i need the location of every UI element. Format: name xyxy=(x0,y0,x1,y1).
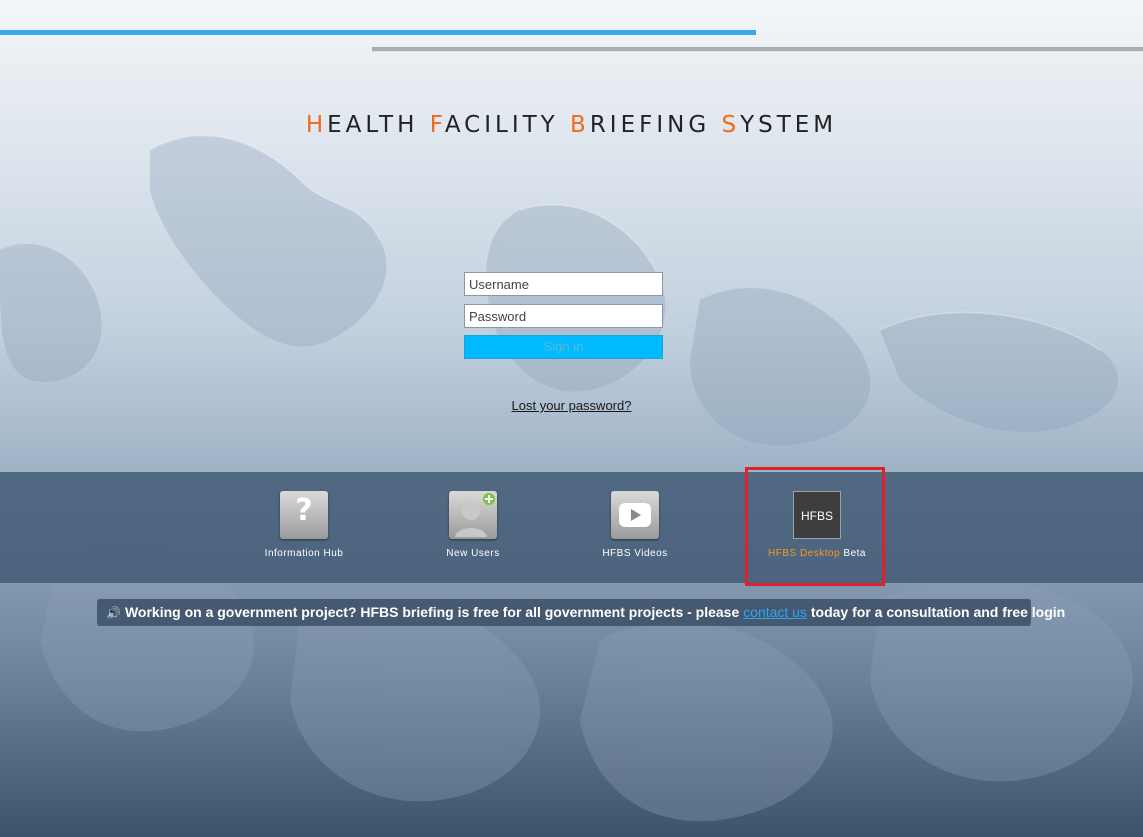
title-word: RIEFING xyxy=(589,112,711,138)
notice-text-before: Working on a government project? HFBS br… xyxy=(124,604,740,620)
title-word: YSTEM xyxy=(740,112,838,138)
page-title: HEALTH FACILITY BRIEFING SYSTEM xyxy=(0,112,1143,138)
sign-in-button[interactable]: Sign in xyxy=(464,335,663,359)
notice-text-after: today for a consultation and free login xyxy=(810,604,1066,620)
government-notice-banner: 🔊 Working on a government project? HFBS b… xyxy=(97,599,1065,626)
question-icon: ? xyxy=(280,491,328,539)
title-initial: F xyxy=(429,112,445,138)
play-icon xyxy=(611,491,659,539)
new-users-tile[interactable]: New Users xyxy=(403,491,543,559)
title-initial: B xyxy=(570,112,590,138)
top-accent-bar xyxy=(0,30,756,35)
highlight-box xyxy=(745,467,885,586)
hfbs-videos-tile[interactable]: HFBS Videos xyxy=(565,491,705,559)
lost-password-link[interactable]: Lost your password? xyxy=(0,398,1143,413)
new-users-label: New Users xyxy=(446,548,500,559)
password-input[interactable] xyxy=(464,304,663,328)
top-divider-bar xyxy=(372,47,1143,52)
title-initial: H xyxy=(305,112,328,138)
title-word: ACILITY xyxy=(444,112,559,138)
title-word: EALTH xyxy=(327,112,419,138)
hfbs-videos-label: HFBS Videos xyxy=(602,548,668,559)
information-hub-tile[interactable]: ? Information Hub xyxy=(234,491,374,559)
username-input[interactable] xyxy=(464,272,663,296)
information-hub-label: Information Hub xyxy=(264,548,344,559)
contact-us-link[interactable]: contact us xyxy=(743,604,807,620)
title-initial: S xyxy=(721,112,741,138)
new-user-icon xyxy=(449,491,497,539)
speaker-icon: 🔊 xyxy=(106,606,121,620)
